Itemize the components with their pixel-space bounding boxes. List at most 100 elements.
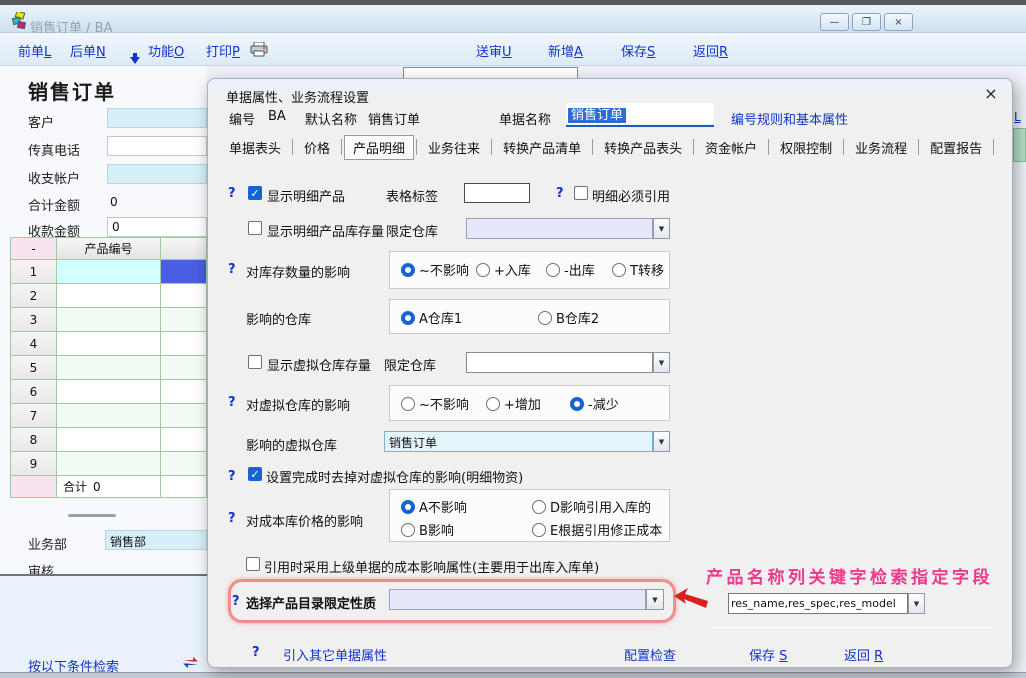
table-cell[interactable] bbox=[57, 260, 161, 284]
table-cell-selected[interactable] bbox=[161, 260, 207, 284]
radio-cost-effect[interactable]: B影响 bbox=[401, 520, 454, 539]
help-icon[interactable]: ? bbox=[228, 511, 236, 526]
table-cell[interactable] bbox=[57, 332, 161, 356]
toolbar-print[interactable]: 打印P bbox=[206, 41, 240, 60]
radio-warehouse-b[interactable]: B仓库2 bbox=[538, 308, 599, 327]
keyword-fields-select[interactable]: res_name,res_spec,res_model bbox=[728, 593, 908, 614]
tab-permission-control[interactable]: 权限控制 bbox=[771, 135, 841, 160]
numbering-rules-link[interactable]: 编号规则和基本属性 bbox=[731, 109, 848, 128]
swap-arrows-icon[interactable] bbox=[182, 656, 199, 670]
table-cell[interactable] bbox=[161, 452, 207, 476]
help-icon[interactable]: ? bbox=[252, 645, 260, 660]
toolbar-functions[interactable]: 功能O bbox=[148, 41, 184, 60]
show-detail-products-checkbox[interactable]: ✓ bbox=[248, 186, 262, 200]
import-other-doc-attrs-link[interactable]: 引入其它单据属性 bbox=[283, 645, 387, 664]
doc-name-input[interactable]: 销售订单 bbox=[566, 103, 714, 124]
help-icon[interactable]: ? bbox=[228, 469, 236, 484]
radio-cost-effect-referenced-in[interactable]: D影响引用入库的 bbox=[532, 497, 651, 516]
table-cell[interactable] bbox=[57, 284, 161, 308]
tab-business-flow[interactable]: 业务流程 bbox=[846, 135, 916, 160]
toolbar-return[interactable]: 返回R bbox=[693, 41, 728, 60]
received-amount-input[interactable]: 0 bbox=[107, 217, 207, 237]
radio-cost-correct-by-reference[interactable]: E根据引用修正成本 bbox=[532, 520, 662, 539]
tab-doc-header[interactable]: 单据表头 bbox=[220, 135, 290, 160]
row-number[interactable]: 6 bbox=[11, 380, 57, 404]
tab-business-contacts[interactable]: 业务往来 bbox=[419, 135, 489, 160]
radio-transfer[interactable]: T转移 bbox=[612, 260, 664, 279]
table-cell[interactable] bbox=[161, 404, 207, 428]
affected-virtual-warehouse-select[interactable]: 销售订单 bbox=[384, 431, 653, 452]
dropdown-arrow-icon[interactable]: ▼ bbox=[646, 589, 664, 610]
table-cell[interactable] bbox=[57, 404, 161, 428]
radio-stock-in[interactable]: +入库 bbox=[476, 260, 531, 279]
radio-virtual-no-effect[interactable]: ~不影响 bbox=[401, 394, 469, 413]
table-cell[interactable] bbox=[161, 380, 207, 404]
virtual-limit-warehouse-select[interactable] bbox=[466, 352, 653, 373]
row-number[interactable]: 3 bbox=[11, 308, 57, 332]
edge-link-fragment[interactable]: L bbox=[1014, 110, 1021, 124]
table-tag-input[interactable] bbox=[464, 183, 530, 203]
row-number[interactable]: 1 bbox=[11, 260, 57, 284]
help-icon[interactable]: ? bbox=[228, 262, 236, 277]
help-icon[interactable]: ? bbox=[228, 395, 236, 410]
toolbar-save[interactable]: 保存S bbox=[621, 41, 655, 60]
radio-cost-no-effect[interactable]: A不影响 bbox=[401, 497, 467, 516]
row-number[interactable]: 5 bbox=[11, 356, 57, 380]
remove-virtual-effect-checkbox[interactable]: ✓ bbox=[248, 467, 262, 481]
tab-convert-product-header[interactable]: 转换产品表头 bbox=[595, 135, 691, 160]
table-cell[interactable] bbox=[57, 380, 161, 404]
help-icon[interactable]: ? bbox=[556, 186, 564, 201]
show-virtual-stock-checkbox[interactable] bbox=[248, 355, 262, 369]
dropdown-arrow-icon[interactable]: ▼ bbox=[653, 431, 670, 452]
tab-convert-product-list[interactable]: 转换产品清单 bbox=[494, 135, 590, 160]
printer-icon[interactable] bbox=[250, 42, 268, 57]
row-number[interactable]: 7 bbox=[11, 404, 57, 428]
maximize-button[interactable]: ❐ bbox=[852, 13, 881, 31]
row-number[interactable]: 8 bbox=[11, 428, 57, 452]
toolbar-add-new[interactable]: 新增A bbox=[548, 41, 583, 60]
table-cell[interactable] bbox=[161, 356, 207, 380]
table-cell[interactable] bbox=[57, 452, 161, 476]
radio-virtual-decrease[interactable]: -减少 bbox=[570, 394, 619, 413]
table-cell[interactable] bbox=[161, 284, 207, 308]
dialog-save-button[interactable]: 保存 S bbox=[749, 645, 787, 664]
use-parent-cost-attr-checkbox[interactable] bbox=[246, 557, 260, 571]
show-detail-stock-checkbox[interactable] bbox=[248, 221, 262, 235]
row-number[interactable]: 2 bbox=[11, 284, 57, 308]
limit-warehouse-select[interactable] bbox=[466, 218, 653, 239]
radio-stock-out[interactable]: -出库 bbox=[546, 260, 595, 279]
close-button[interactable]: × bbox=[884, 13, 913, 31]
radio-warehouse-a[interactable]: A仓库1 bbox=[401, 308, 462, 327]
table-cell[interactable] bbox=[57, 356, 161, 380]
table-cell[interactable] bbox=[161, 428, 207, 452]
dept-input[interactable]: 销售部 bbox=[105, 530, 207, 550]
table-cell[interactable] bbox=[161, 308, 207, 332]
toolbar-submit-review[interactable]: 送审U bbox=[476, 41, 512, 60]
table-cell[interactable] bbox=[57, 428, 161, 452]
table-cell[interactable] bbox=[57, 308, 161, 332]
tab-fund-account[interactable]: 资金帐户 bbox=[696, 135, 766, 160]
detail-must-reference-checkbox[interactable] bbox=[574, 186, 588, 200]
account-input[interactable] bbox=[107, 164, 207, 184]
dialog-close-button[interactable]: × bbox=[978, 83, 1004, 103]
row-number[interactable]: 9 bbox=[11, 452, 57, 476]
tab-product-detail[interactable]: 产品明细 bbox=[344, 135, 414, 160]
toolbar-prev-doc[interactable]: 前单L bbox=[18, 41, 51, 60]
help-icon[interactable]: ? bbox=[232, 594, 240, 609]
toolbar-next-doc[interactable]: 后单N bbox=[70, 41, 106, 60]
fax-input[interactable] bbox=[107, 136, 207, 156]
row-number[interactable]: 4 bbox=[11, 332, 57, 356]
dropdown-arrow-icon[interactable]: ▼ bbox=[908, 593, 925, 614]
dialog-return-button[interactable]: 返回 R bbox=[844, 645, 883, 664]
catalog-limit-select[interactable] bbox=[389, 589, 646, 610]
tab-price[interactable]: 价格 bbox=[295, 135, 339, 160]
help-icon[interactable]: ? bbox=[228, 186, 236, 201]
radio-virtual-increase[interactable]: +增加 bbox=[486, 394, 541, 413]
tab-config-report[interactable]: 配置报告 bbox=[921, 135, 991, 160]
radio-no-effect[interactable]: ~不影响 bbox=[401, 260, 469, 279]
minimize-button[interactable]: — bbox=[820, 13, 849, 31]
dropdown-arrow-icon[interactable]: ▼ bbox=[653, 218, 670, 239]
customer-input[interactable] bbox=[107, 108, 207, 128]
table-cell[interactable] bbox=[161, 332, 207, 356]
dropdown-arrow-icon[interactable]: ▼ bbox=[653, 352, 670, 373]
